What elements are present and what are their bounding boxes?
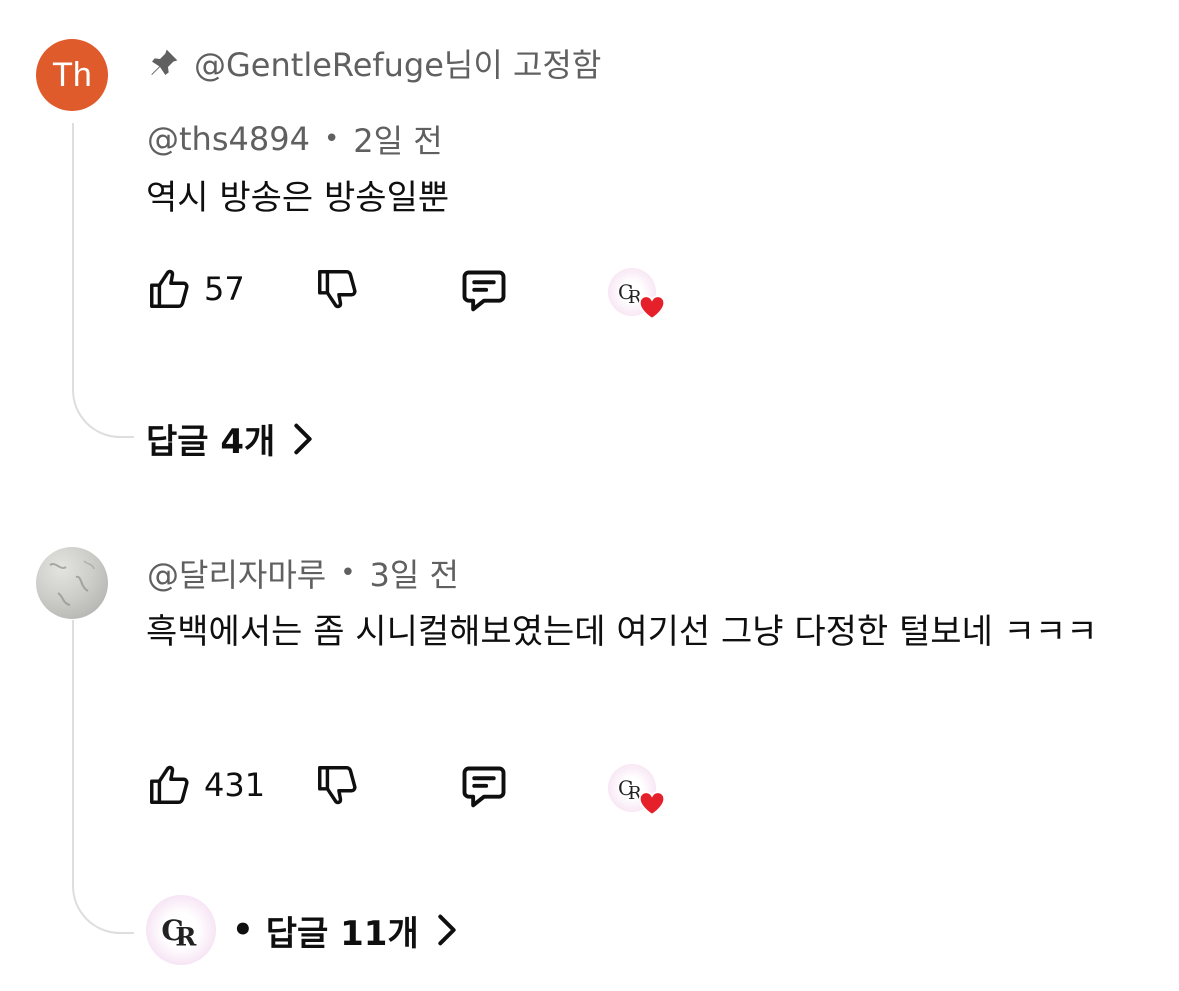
dislike-button[interactable] <box>314 266 360 312</box>
like-count: 431 <box>204 766 266 804</box>
thumbs-down-icon <box>318 270 357 309</box>
replies-separator: • <box>232 910 254 950</box>
author-handle[interactable]: @ths4894 <box>147 120 310 158</box>
reply-button[interactable] <box>458 266 510 318</box>
dislike-button[interactable] <box>314 762 360 808</box>
meta-separator: • <box>340 558 356 588</box>
reply-comment-icon <box>462 766 506 808</box>
creator-heart: C R <box>608 764 672 824</box>
view-replies-button[interactable]: C R • 답글 11개 <box>146 895 457 965</box>
comment-time[interactable]: 2일 전 <box>353 116 442 162</box>
meta-separator: • <box>323 124 340 154</box>
chevron-right-icon <box>438 914 456 946</box>
replies-count-label: 답글 11개 <box>265 913 419 954</box>
avatar[interactable]: Th <box>36 39 108 111</box>
pinned-text: @GentleRefuge님이 고정함 <box>194 46 602 84</box>
thread-line <box>72 123 134 438</box>
creator-reply-avatar: C R <box>146 895 216 965</box>
like-count: 57 <box>204 270 245 308</box>
pinned-label: @GentleRefuge님이 고정함 <box>148 40 601 86</box>
comment-meta: @ths4894 • 2일 전 <box>147 116 443 162</box>
stone-texture-icon <box>49 560 95 606</box>
thumbs-down-icon <box>318 766 357 805</box>
avatar-initials: Th <box>52 55 92 94</box>
view-replies-button[interactable]: 답글 4개 <box>146 414 313 463</box>
avatar[interactable] <box>36 547 108 619</box>
thumbs-up-icon <box>150 765 189 804</box>
pin-icon <box>151 49 178 75</box>
reply-comment-icon <box>462 270 506 312</box>
comment-text: 역시 방송은 방송일뿐 <box>146 178 450 218</box>
reply-button[interactable] <box>458 762 510 814</box>
comment-thread: Th @GentleRefuge님이 고정함 @ths4894 • 2일 전 역… <box>0 0 1179 480</box>
like-button[interactable]: 57 <box>146 266 245 312</box>
creator-logo-icon: C R <box>161 914 197 952</box>
thumbs-up-icon <box>150 269 189 308</box>
like-button[interactable]: 431 <box>146 762 265 808</box>
comment-time[interactable]: 3일 전 <box>370 550 459 596</box>
creator-heart: C R <box>608 268 672 328</box>
replies-count-label: 답글 4개 <box>146 422 276 462</box>
heart-icon <box>638 295 666 320</box>
svg-text:R: R <box>175 921 197 951</box>
chevron-right-icon <box>294 423 313 454</box>
author-handle[interactable]: @달리자마루 <box>147 550 326 596</box>
comment-thread: @달리자마루 • 3일 전 흑백에서는 좀 시니컬해보였는데 여기선 그냥 다정… <box>0 520 1179 991</box>
comment-meta: @달리자마루 • 3일 전 <box>147 550 459 596</box>
thread-line <box>72 620 134 934</box>
comment-text: 흑백에서는 좀 시니컬해보였는데 여기선 그냥 다정한 털보네 ㅋㅋㅋ <box>146 612 1098 652</box>
heart-icon <box>638 791 666 816</box>
